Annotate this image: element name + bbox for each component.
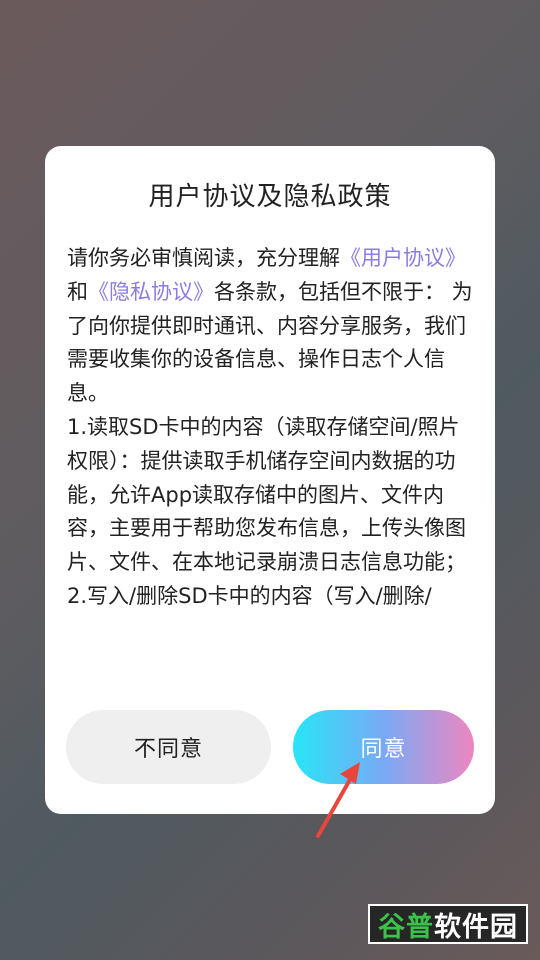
agreement-dialog: 用户协议及隐私政策 请你务必审慎阅读，充分理解《用户协议》和《隐私协议》各条款，… — [45, 146, 495, 814]
watermark-logo: 谷普 软件园 — [368, 904, 528, 944]
watermark-text-part1: 谷普 — [378, 911, 434, 943]
intro-text: 请你务必审慎阅读，充分理解 — [67, 246, 340, 270]
permission-item-2: 2.写入/删除SD卡中的内容（写入/删除/ — [67, 583, 432, 608]
pointer-arrow-icon — [316, 762, 360, 838]
user-agreement-link[interactable]: 《用户协议》 — [340, 246, 466, 270]
disagree-button-label: 不同意 — [133, 737, 203, 762]
conjunction-text: 和 — [67, 279, 88, 304]
dialog-title: 用户协议及隐私政策 — [148, 182, 392, 212]
disagree-button[interactable]: 不同意 — [66, 710, 271, 784]
watermark-text-part2: 软件园 — [434, 911, 518, 943]
agree-button-label: 同意 — [360, 737, 407, 762]
agreement-text[interactable]: 请你务必审慎阅读，充分理解《用户协议》和《隐私协议》各条款，包括但不限于： 为了… — [67, 242, 475, 666]
permission-item-1: 1.读取SD卡中的内容（读取存储空间/照片权限）：提供读取手机储存空间内数据的功… — [67, 414, 466, 575]
privacy-agreement-link[interactable]: 《隐私协议》 — [88, 280, 214, 304]
